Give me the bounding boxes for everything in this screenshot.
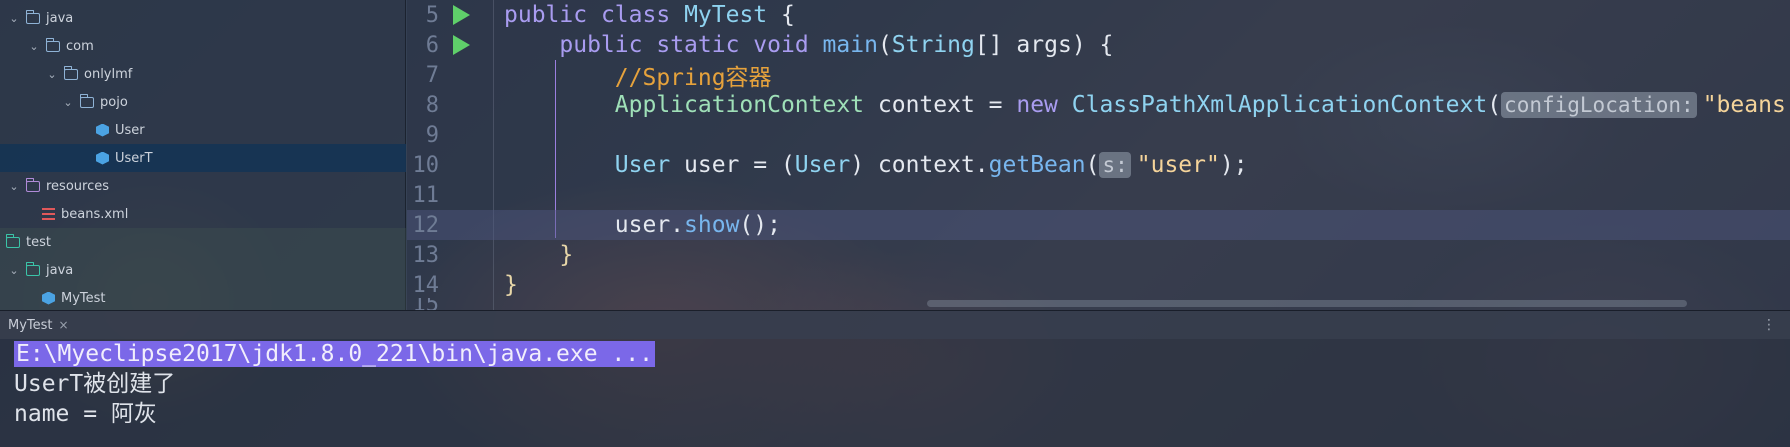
run-tab-mytest[interactable]: MyTest × — [0, 311, 77, 339]
tree-item-com[interactable]: ⌄ com — [0, 32, 406, 60]
tree-item-onlylmf[interactable]: ⌄ onlylmf — [0, 60, 406, 88]
code-text: public class MyTest { — [504, 2, 795, 28]
line-number: 14 — [412, 272, 440, 298]
run-icon[interactable] — [453, 35, 470, 55]
code-text: User user = (User) context.getBean(s: "us… — [614, 152, 1248, 178]
line-number: 7 — [425, 62, 439, 88]
line-number: 8 — [425, 92, 439, 118]
class-icon — [96, 123, 109, 137]
tree-item-label: java — [46, 262, 74, 278]
run-panel: MyTest × ⋮ E:\Myeclipse2017\jdk1.8.0_221… — [0, 310, 1790, 447]
code-line-12[interactable]: 12 user.show(); — [407, 210, 1790, 240]
code-text: public static void main(String[] args) { — [559, 32, 1114, 58]
code-text: } — [504, 272, 518, 298]
chevron-down-icon[interactable]: ⌄ — [6, 12, 22, 25]
xml-file-icon — [42, 208, 55, 220]
code-line-14[interactable]: 14 } — [407, 270, 1790, 300]
tree-item-label: test — [26, 234, 51, 250]
tree-item-label: java — [46, 10, 74, 26]
console-line: UserT被创建了 — [14, 371, 176, 397]
run-icon[interactable] — [453, 5, 470, 25]
chevron-down-icon[interactable]: ⌄ — [6, 264, 22, 277]
package-icon — [63, 65, 78, 80]
run-tab-label: MyTest — [8, 317, 53, 333]
tree-item-mytest[interactable]: MyTest — [0, 284, 406, 312]
class-icon — [42, 291, 55, 305]
parameter-hint: s: — [1099, 152, 1131, 178]
console-line: E:\Myeclipse2017\jdk1.8.0_221\bin\java.e… — [14, 339, 655, 369]
tree-item-user[interactable]: User — [0, 116, 406, 144]
line-number: 9 — [425, 122, 439, 148]
code-line-6[interactable]: 6 public static void main(String[] args)… — [407, 30, 1790, 60]
chevron-down-icon[interactable]: ⌄ — [60, 96, 76, 109]
test-folder-icon — [5, 233, 20, 248]
line-number: 10 — [412, 152, 440, 178]
console-command-selected: E:\Myeclipse2017\jdk1.8.0_221\bin\java.e… — [14, 341, 655, 367]
tree-item-label: com — [66, 38, 94, 54]
code-line-7[interactable]: 7 //Spring容器 — [407, 60, 1790, 92]
tree-item-pojo[interactable]: ⌄ pojo — [0, 88, 406, 116]
more-options-icon[interactable]: ⋮ — [1762, 317, 1776, 333]
parameter-hint: configLocation: — [1501, 92, 1697, 118]
line-number: 11 — [412, 182, 440, 208]
package-icon — [45, 37, 60, 52]
code-text: //Spring容器 — [614, 65, 772, 91]
resources-folder-icon — [25, 177, 40, 192]
tree-item-label: User — [115, 122, 145, 138]
code-text: user.show(); — [614, 212, 781, 238]
tree-item-label: beans.xml — [61, 206, 129, 222]
tree-item-label: onlylmf — [84, 66, 133, 82]
line-number: 5 — [425, 2, 439, 28]
line-number: 13 — [412, 242, 440, 268]
class-icon — [96, 151, 109, 165]
console-line: name = 阿灰 — [14, 401, 157, 427]
project-tree: ⌄ java ⌄ com ⌄ onlylmf ⌄ pojo User UserT… — [0, 0, 406, 312]
tree-item-test[interactable]: test — [0, 228, 406, 256]
code-text: ApplicationContext context = new ClassPa… — [614, 92, 1790, 118]
chevron-down-icon[interactable]: ⌄ — [6, 180, 22, 193]
tree-item-java[interactable]: ⌄ java — [0, 4, 406, 32]
tree-item-resources[interactable]: ⌄ resources — [0, 172, 406, 200]
folder-icon — [25, 9, 40, 24]
code-line-5[interactable]: 5 public class MyTest { — [407, 0, 1790, 30]
tree-item-label: UserT — [115, 150, 153, 166]
chevron-down-icon[interactable]: ⌄ — [26, 40, 42, 53]
code-line-11[interactable]: 11 — [407, 180, 1790, 210]
code-text: } — [559, 242, 574, 268]
chevron-down-icon[interactable]: ⌄ — [44, 68, 60, 81]
tree-item-label: MyTest — [61, 290, 106, 306]
tree-item-label: pojo — [100, 94, 128, 110]
code-line-10[interactable]: 10 User user = (User) context.getBean(s:… — [407, 150, 1790, 180]
code-editor[interactable]: 5 public class MyTest { 6 public static … — [407, 0, 1790, 312]
package-icon — [79, 93, 94, 108]
console-output[interactable]: E:\Myeclipse2017\jdk1.8.0_221\bin\java.e… — [14, 339, 655, 429]
code-line-9[interactable]: 9 — [407, 120, 1790, 150]
run-tabbar: MyTest × ⋮ — [0, 311, 1790, 339]
code-line-8[interactable]: 8 ApplicationContext context = new Class… — [407, 90, 1790, 120]
close-icon[interactable]: × — [59, 318, 69, 332]
tree-item-usert[interactable]: UserT — [0, 144, 406, 172]
code-line-13[interactable]: 13 } — [407, 240, 1790, 270]
line-number: 6 — [425, 32, 439, 58]
tree-item-test-java[interactable]: ⌄ java — [0, 256, 406, 284]
line-number: 12 — [412, 212, 440, 238]
tree-item-label: resources — [46, 178, 110, 194]
horizontal-scrollbar[interactable] — [927, 300, 1687, 307]
tree-item-beans-xml[interactable]: beans.xml — [0, 200, 406, 228]
test-sources-folder-icon — [25, 261, 40, 276]
